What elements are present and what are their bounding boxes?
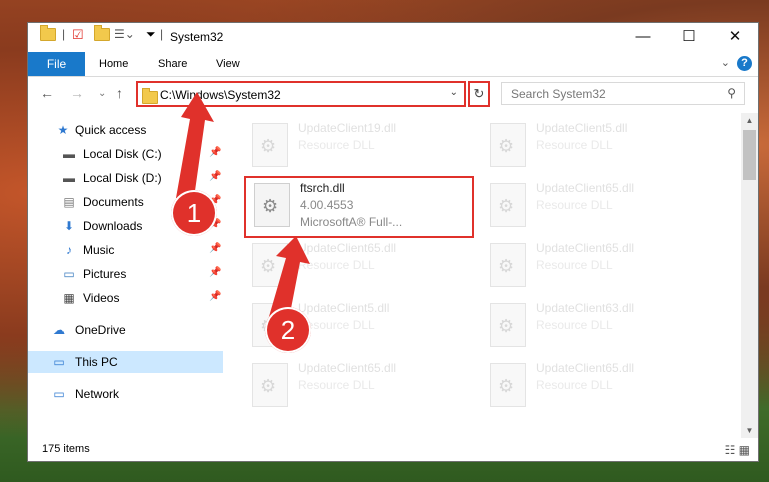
annotation-arrows xyxy=(176,92,310,324)
step-badge-2: 2 xyxy=(265,307,311,353)
arrow-up-1 xyxy=(176,92,214,198)
step-badge-1: 1 xyxy=(171,190,217,236)
